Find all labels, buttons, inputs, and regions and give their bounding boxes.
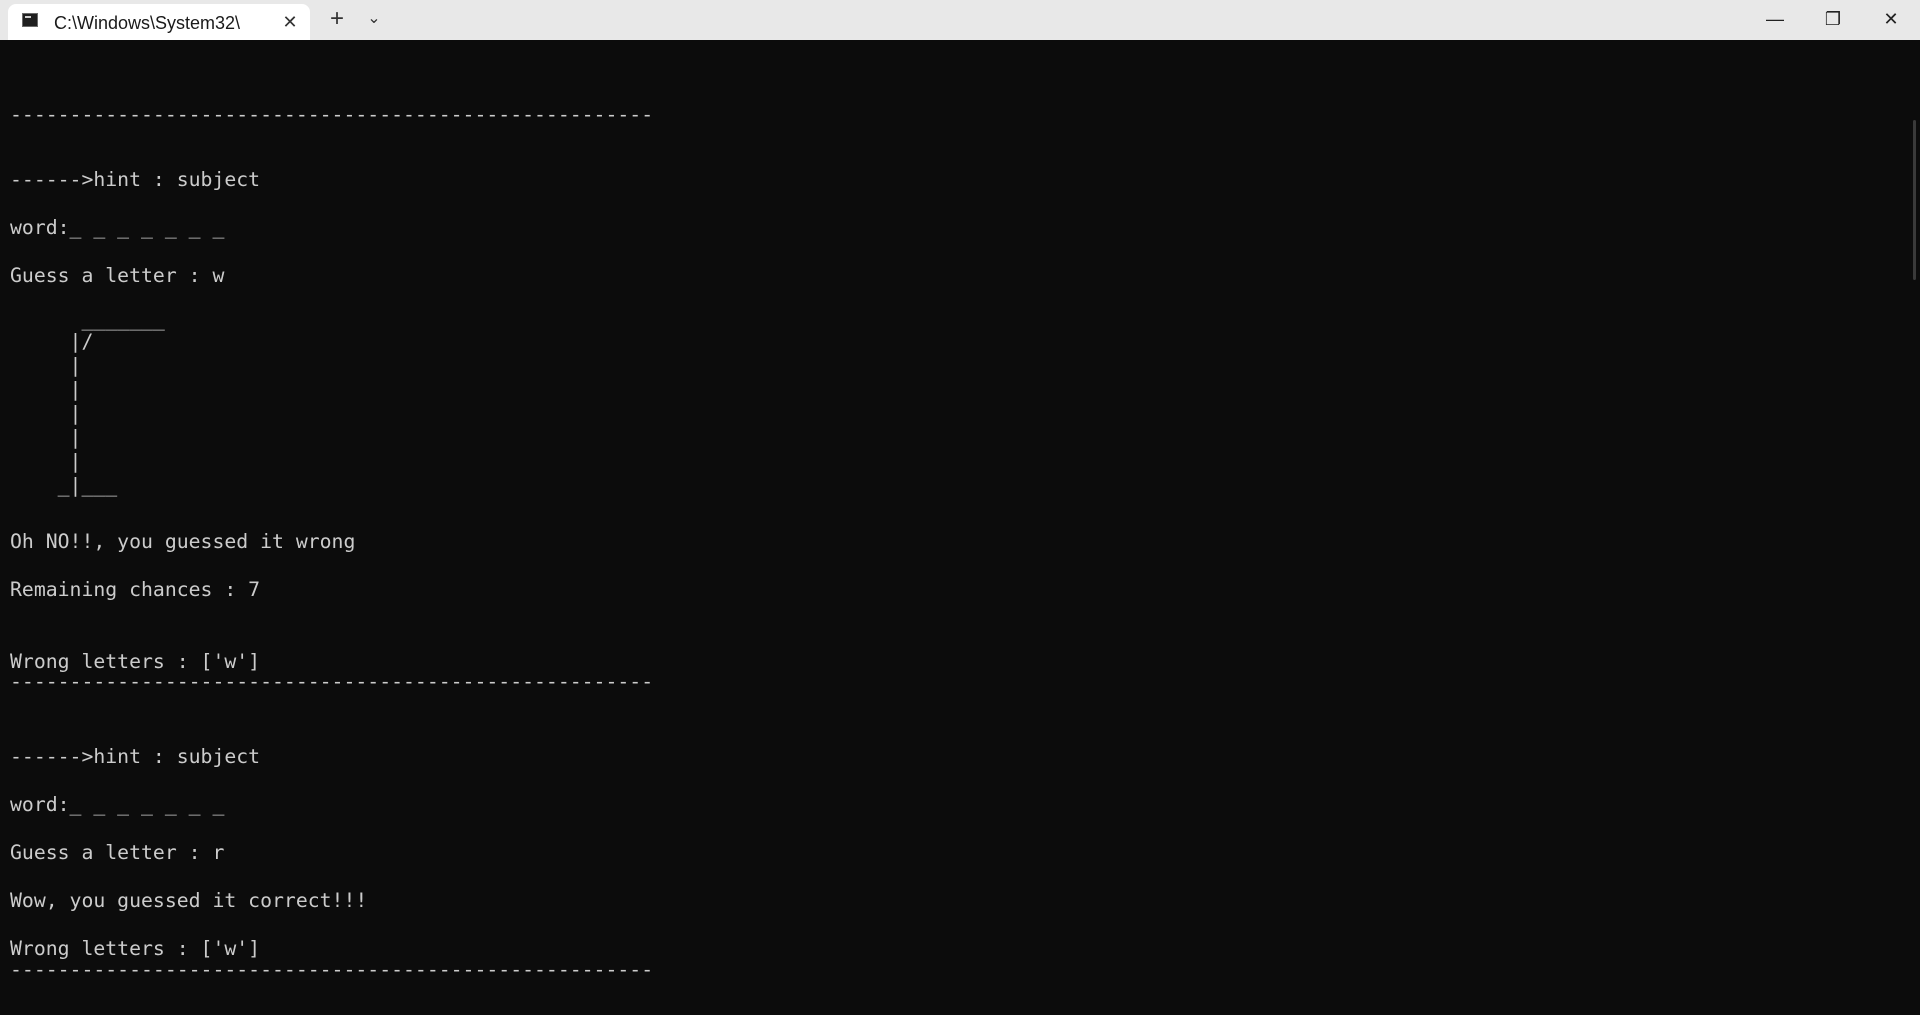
gallows-line: _______ <box>10 308 165 331</box>
word-line: word:_ _ _ _ _ _ _ <box>10 216 225 239</box>
guess-line: Guess a letter : r <box>10 841 225 864</box>
title-bar: C:\Windows\System32\ ✕ + ⌄ — ❐ ✕ <box>0 0 1920 40</box>
gallows-line: | <box>10 354 82 377</box>
hint-line: ------>hint : subject <box>10 168 261 191</box>
gallows-line: | <box>10 402 82 425</box>
minimize-button[interactable]: — <box>1746 0 1804 38</box>
guess-line: Guess a letter : w <box>10 264 225 287</box>
gallows-line: | <box>10 426 82 449</box>
hint-line: ------>hint : subject <box>10 745 261 768</box>
chances-line: Remaining chances : 7 <box>10 578 261 601</box>
scrollbar[interactable] <box>1913 120 1916 280</box>
separator-line: ----------------------------------------… <box>10 670 654 693</box>
separator-line: ----------------------------------------… <box>10 958 654 981</box>
result-line: Oh NO!!, you guessed it wrong <box>10 530 356 553</box>
gallows-line: | <box>10 378 82 401</box>
gallows-line: |/ <box>10 330 94 353</box>
tab-title: C:\Windows\System32\ <box>54 13 241 33</box>
maximize-button[interactable]: ❐ <box>1804 0 1862 38</box>
close-window-button[interactable]: ✕ <box>1862 0 1920 38</box>
chevron-down-icon[interactable]: ⌄ <box>362 6 386 32</box>
gallows-line: | <box>10 450 82 473</box>
new-tab-button[interactable]: + <box>324 6 350 32</box>
separator-line: ----------------------------------------… <box>10 103 654 126</box>
console-output[interactable]: ----------------------------------------… <box>0 40 1920 1015</box>
terminal-tab[interactable]: C:\Windows\System32\ ✕ <box>8 4 310 40</box>
word-line: word:_ _ _ _ _ _ _ <box>10 793 225 816</box>
result-line: Wow, you guessed it correct!!! <box>10 889 368 912</box>
gallows-line: _|___ <box>10 474 118 497</box>
terminal-icon <box>22 13 38 27</box>
tab-close-icon[interactable]: ✕ <box>278 10 302 34</box>
